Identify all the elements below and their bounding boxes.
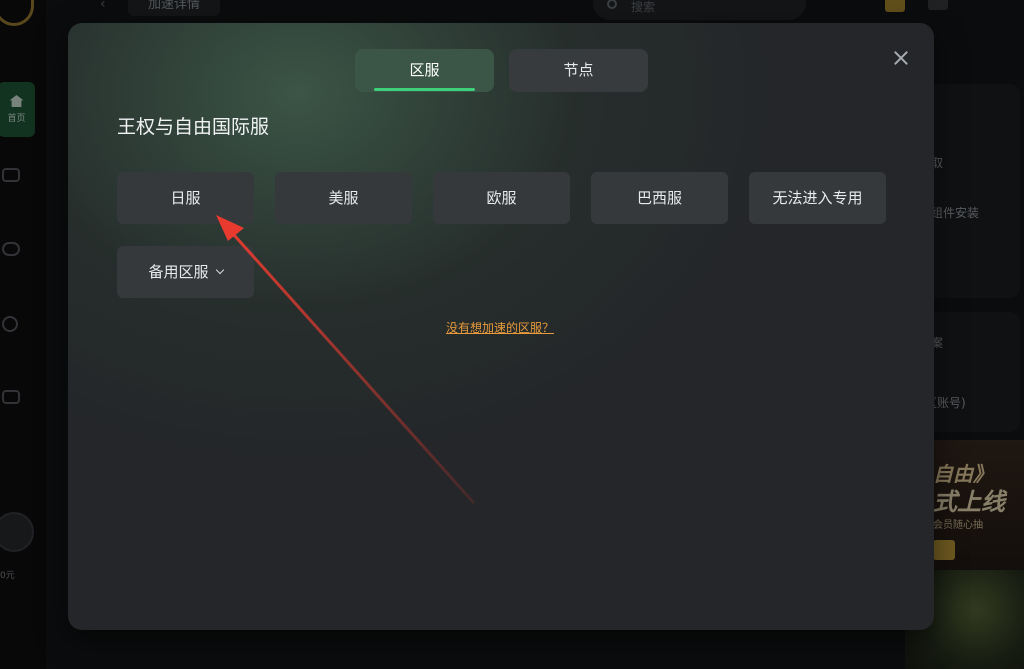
server-button-br[interactable]: 巴西服 [591, 172, 728, 224]
tab-region[interactable]: 区服 [355, 49, 494, 92]
server-button-us[interactable]: 美服 [275, 172, 412, 224]
game-title: 王权与自由国际服 [117, 116, 270, 138]
server-button-jp[interactable]: 日服 [117, 172, 254, 224]
chevron-down-icon [215, 265, 224, 275]
tab-node[interactable]: 节点 [509, 49, 648, 92]
backup-server-label: 备用区服 [148, 263, 209, 281]
backup-server-dropdown[interactable]: 备用区服 [117, 246, 254, 298]
close-icon[interactable] [890, 47, 912, 69]
server-button-cannot-enter[interactable]: 无法进入专用 [749, 172, 886, 224]
server-button-eu[interactable]: 欧服 [433, 172, 570, 224]
missing-server-link[interactable]: 没有想加速的区服？ [446, 319, 554, 336]
active-tab-indicator [374, 88, 475, 91]
tab-region-label: 区服 [409, 61, 440, 79]
server-select-dialog: 区服 节点 王权与自由国际服 日服 美服 欧服 巴西服 无法进入专用 备用区服 … [68, 23, 934, 630]
tab-node-label: 节点 [563, 61, 594, 79]
